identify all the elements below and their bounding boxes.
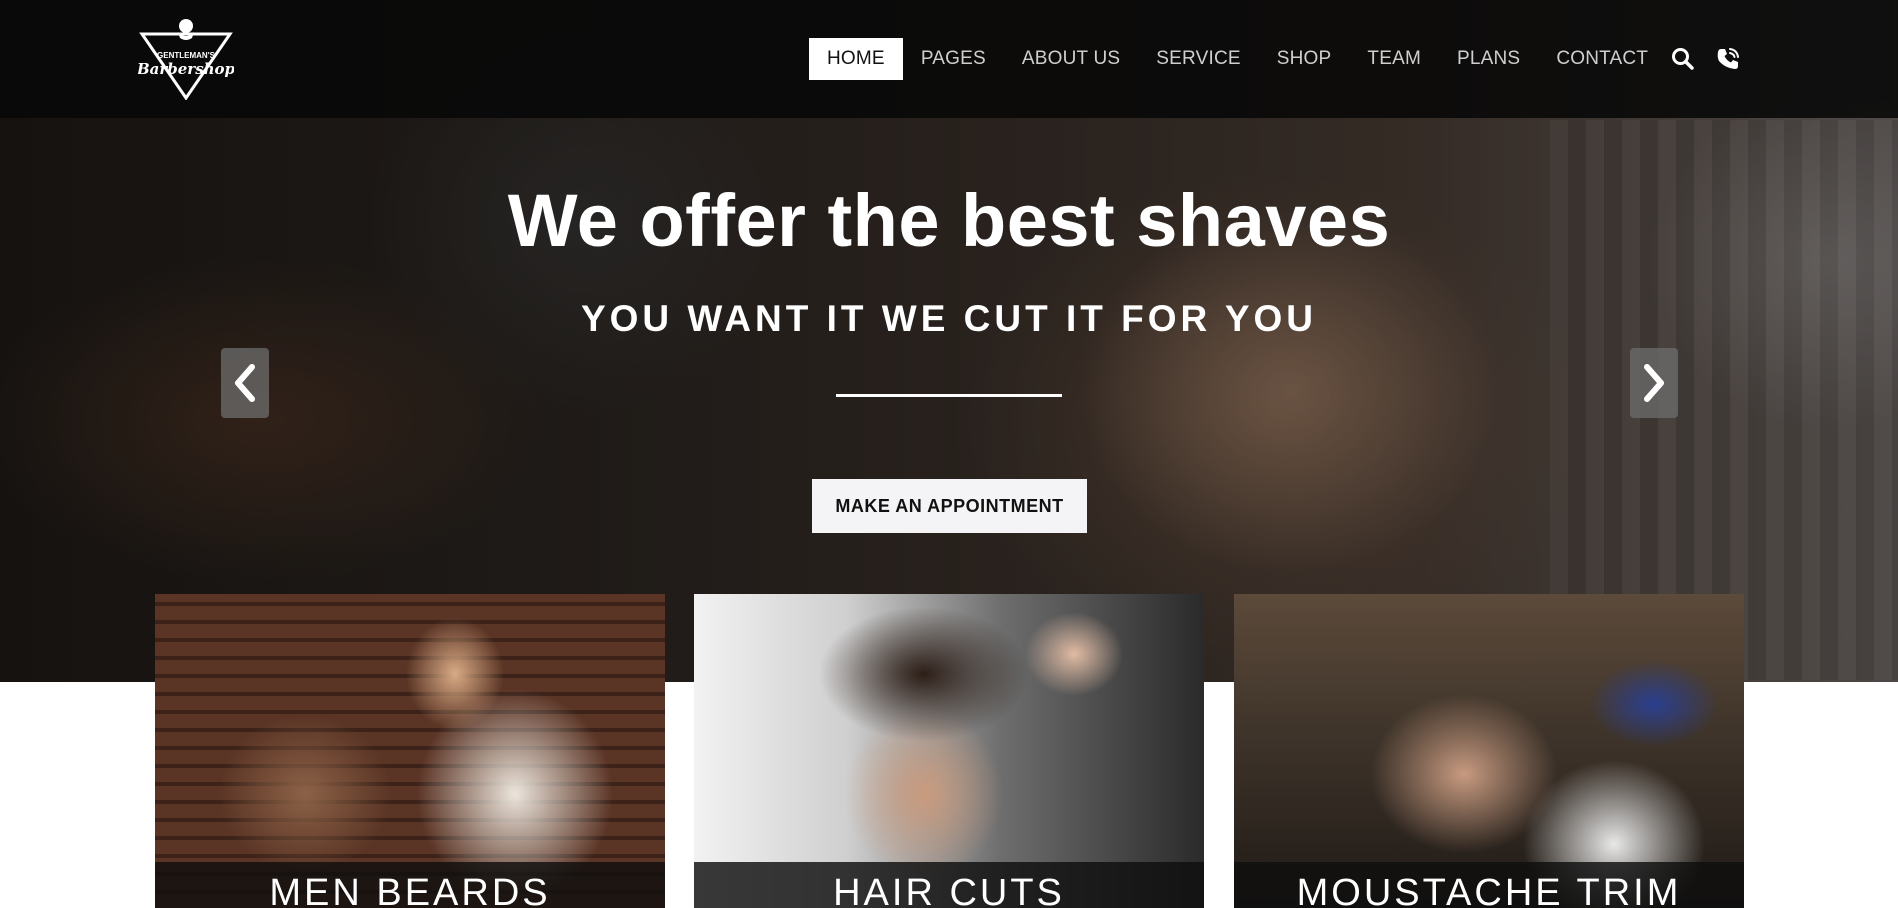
nav-item-shop[interactable]: SHOP <box>1259 38 1350 80</box>
logo-text-bottom: Barbershop <box>138 60 234 78</box>
search-button[interactable] <box>1670 46 1696 72</box>
nav-item-about-us[interactable]: ABOUT US <box>1004 38 1138 80</box>
card-caption: MEN BEARDS <box>155 862 665 908</box>
main-nav: HOME PAGES ABOUT US SERVICE SHOP TEAM PL… <box>809 38 1666 80</box>
card-title: MEN BEARDS <box>269 872 551 908</box>
chevron-left-icon <box>235 364 255 402</box>
card-caption: MOUSTACHE TRIM <box>1234 862 1744 908</box>
phone-icon <box>1717 48 1739 69</box>
nav-item-pages[interactable]: PAGES <box>903 38 1004 80</box>
site-header: GENTLEMAN'S Barbershop HOME PAGES ABOUT … <box>0 0 1898 118</box>
barbershop-logo[interactable]: GENTLEMAN'S Barbershop <box>136 14 236 101</box>
slider-next-button[interactable] <box>1630 348 1678 418</box>
nav-item-service[interactable]: SERVICE <box>1138 38 1258 80</box>
card-title: MOUSTACHE TRIM <box>1296 872 1682 908</box>
nav-item-team[interactable]: TEAM <box>1349 38 1439 80</box>
men-beards-photo <box>155 594 665 908</box>
card-caption: HAIR CUTS <box>694 862 1204 908</box>
moustache-trim-photo <box>1234 594 1744 908</box>
make-appointment-button[interactable]: MAKE AN APPOINTMENT <box>812 479 1087 533</box>
hair-cuts-photo <box>694 594 1204 908</box>
service-card-men-beards[interactable]: MEN BEARDS <box>155 594 665 908</box>
search-icon <box>1672 48 1694 70</box>
hero-title: We offer the best shaves <box>507 179 1391 262</box>
hero-subtitle: YOU WANT IT WE CUT IT FOR YOU <box>580 298 1318 339</box>
card-title: HAIR CUTS <box>833 872 1065 908</box>
chevron-right-icon <box>1644 364 1664 402</box>
nav-item-plans[interactable]: PLANS <box>1439 38 1538 80</box>
hero-divider <box>836 394 1062 397</box>
phone-button[interactable] <box>1715 46 1741 72</box>
nav-item-home[interactable]: HOME <box>809 38 903 80</box>
logo-text-top: GENTLEMAN'S <box>157 51 216 60</box>
service-card-moustache-trim[interactable]: MOUSTACHE TRIM <box>1234 594 1744 908</box>
service-card-hair-cuts[interactable]: HAIR CUTS <box>694 594 1204 908</box>
slider-prev-button[interactable] <box>221 348 269 418</box>
nav-item-contact[interactable]: CONTACT <box>1538 38 1666 80</box>
